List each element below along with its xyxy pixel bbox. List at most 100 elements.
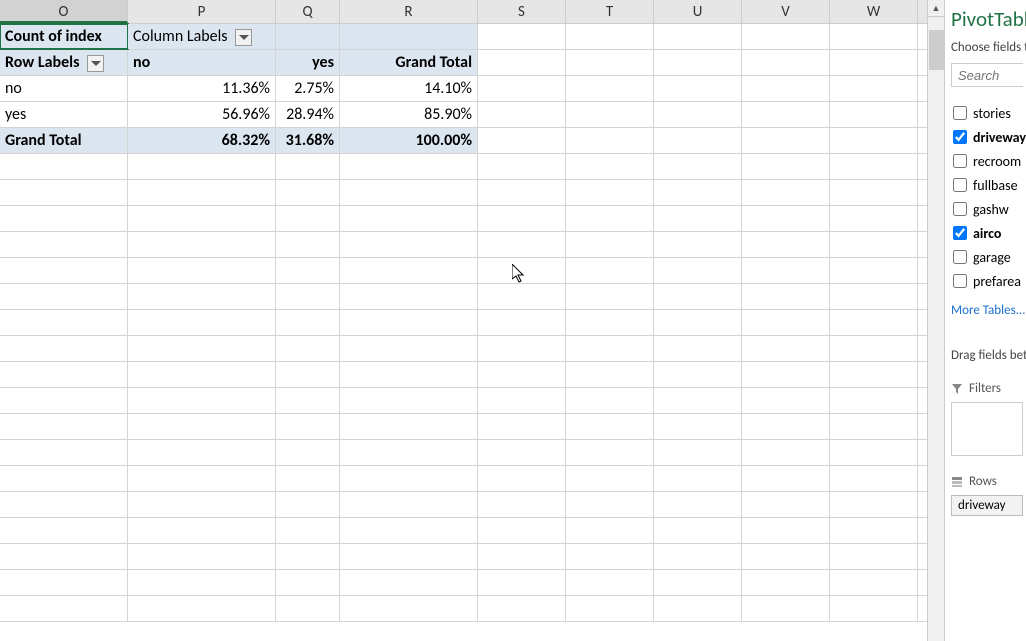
cell-empty[interactable] (128, 362, 276, 387)
cell-empty[interactable] (742, 310, 830, 335)
cell-empty[interactable] (276, 154, 340, 179)
cell-empty[interactable] (340, 232, 478, 257)
cell-empty[interactable] (654, 414, 742, 439)
cell-empty[interactable] (128, 180, 276, 205)
cell-empty[interactable] (566, 310, 654, 335)
cell-empty[interactable] (478, 50, 566, 75)
field-item-garage[interactable]: garage (951, 245, 1026, 269)
cell-empty[interactable] (276, 492, 340, 517)
cell-empty[interactable] (742, 570, 830, 595)
cell-empty[interactable] (566, 466, 654, 491)
field-checkbox[interactable] (953, 226, 967, 240)
column-header-P[interactable]: P (128, 0, 276, 23)
cell-empty[interactable] (654, 284, 742, 309)
cell-empty[interactable] (0, 518, 128, 543)
cell-empty[interactable] (478, 102, 566, 127)
col-header-yes[interactable]: yes (276, 50, 340, 75)
cell-empty[interactable] (0, 284, 128, 309)
cell-empty[interactable] (276, 336, 340, 361)
cell-empty[interactable] (742, 518, 830, 543)
cell-empty[interactable] (128, 466, 276, 491)
spreadsheet-area[interactable]: O P Q R S T U V W Count of index Column … (0, 0, 927, 641)
row-labels-dropdown[interactable] (87, 55, 104, 72)
cell-empty[interactable] (566, 596, 654, 621)
cell-empty[interactable] (654, 206, 742, 231)
cell-empty[interactable] (654, 492, 742, 517)
cell-empty[interactable] (340, 154, 478, 179)
cell-empty[interactable] (830, 388, 918, 413)
cell-empty[interactable] (566, 258, 654, 283)
cell-empty[interactable] (566, 570, 654, 595)
cell-empty[interactable] (128, 232, 276, 257)
cell-empty[interactable] (742, 388, 830, 413)
column-header-S[interactable]: S (478, 0, 566, 23)
cell-empty[interactable] (276, 310, 340, 335)
cell-empty[interactable] (276, 570, 340, 595)
cell-empty[interactable] (654, 440, 742, 465)
cell-empty[interactable] (0, 596, 128, 621)
cell-empty[interactable] (276, 518, 340, 543)
cell-empty[interactable] (742, 362, 830, 387)
cell-empty[interactable] (478, 154, 566, 179)
cell-empty[interactable] (128, 544, 276, 569)
cell-value[interactable]: 56.96% (128, 102, 276, 127)
cell-empty[interactable] (830, 128, 918, 153)
cell-empty[interactable] (340, 414, 478, 439)
field-item-fullbase[interactable]: fullbase (951, 173, 1026, 197)
cell-empty[interactable] (830, 596, 918, 621)
cell-empty[interactable] (0, 180, 128, 205)
cell-empty[interactable] (566, 336, 654, 361)
cell-empty[interactable] (566, 24, 654, 49)
cell-empty[interactable] (276, 466, 340, 491)
cell-empty[interactable] (830, 518, 918, 543)
cell-empty[interactable] (566, 440, 654, 465)
cell-value[interactable]: 85.90% (340, 102, 478, 127)
column-header-U[interactable]: U (654, 0, 742, 23)
field-checkbox[interactable] (953, 130, 967, 144)
search-input[interactable] (951, 63, 1023, 87)
cell-empty[interactable] (340, 258, 478, 283)
cell-empty[interactable] (0, 492, 128, 517)
cell-empty[interactable] (478, 570, 566, 595)
cell-empty[interactable] (478, 362, 566, 387)
cell-empty[interactable] (742, 128, 830, 153)
pivot-column-labels-header[interactable]: Column Labels (128, 24, 276, 49)
cell-empty[interactable] (566, 76, 654, 101)
cell-empty[interactable] (654, 50, 742, 75)
pivot-row-labels-header[interactable]: Row Labels (0, 50, 128, 75)
cell-empty[interactable] (276, 414, 340, 439)
pivot-count-label[interactable]: Count of index (0, 24, 128, 49)
rows-field-chip[interactable]: driveway (951, 495, 1023, 516)
cell-empty[interactable] (0, 570, 128, 595)
column-header-R[interactable]: R (340, 0, 478, 23)
cell-empty[interactable] (830, 362, 918, 387)
cell-empty[interactable] (742, 466, 830, 491)
cell-empty[interactable] (276, 258, 340, 283)
column-header-W[interactable]: W (830, 0, 918, 23)
cell-empty[interactable] (0, 310, 128, 335)
cell-empty[interactable] (0, 362, 128, 387)
cell-empty[interactable] (0, 388, 128, 413)
scroll-up-arrow-icon[interactable]: ▲ (928, 0, 944, 17)
cell-empty[interactable] (654, 518, 742, 543)
cell-empty[interactable] (830, 310, 918, 335)
cell-empty[interactable] (276, 388, 340, 413)
cell-empty[interactable] (128, 310, 276, 335)
cell-empty[interactable] (830, 414, 918, 439)
cell-empty[interactable] (830, 180, 918, 205)
cell-empty[interactable] (566, 362, 654, 387)
field-item-prefarea[interactable]: prefarea (951, 269, 1026, 293)
cell-empty[interactable] (478, 310, 566, 335)
grand-total-yes[interactable]: 31.68% (276, 128, 340, 153)
cell-empty[interactable] (566, 414, 654, 439)
cell-empty[interactable] (830, 206, 918, 231)
cell-empty[interactable] (654, 258, 742, 283)
row-label-no[interactable]: no (0, 76, 128, 101)
cell-empty[interactable] (0, 544, 128, 569)
cell-empty[interactable] (830, 284, 918, 309)
col-header-no[interactable]: no (128, 50, 276, 75)
cell-empty[interactable] (566, 284, 654, 309)
cell-empty[interactable] (566, 128, 654, 153)
cell-empty[interactable] (654, 466, 742, 491)
cell-empty[interactable] (830, 76, 918, 101)
